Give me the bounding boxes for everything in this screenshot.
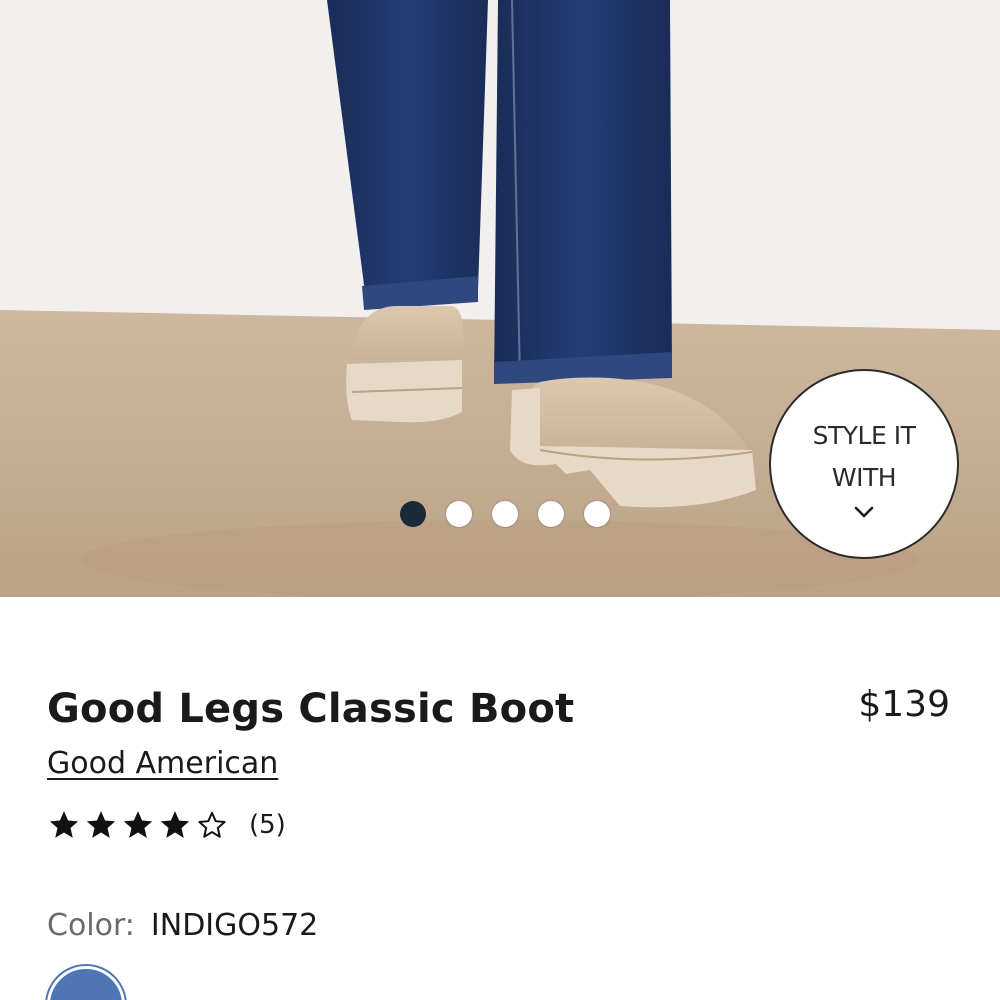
color-label: Color: bbox=[47, 908, 135, 943]
carousel-dot[interactable] bbox=[538, 501, 564, 527]
style-it-with-button[interactable]: STYLE IT WITH bbox=[769, 369, 959, 559]
star-filled-icon bbox=[86, 811, 116, 838]
chevron-down-icon bbox=[854, 506, 874, 518]
star-empty-icon bbox=[198, 811, 226, 838]
carousel-dot[interactable] bbox=[584, 501, 610, 527]
carousel-dot[interactable] bbox=[492, 501, 518, 527]
carousel-indicators bbox=[400, 501, 610, 527]
product-image-carousel[interactable]: STYLE IT WITH bbox=[0, 0, 1000, 597]
carousel-dot[interactable] bbox=[446, 501, 472, 527]
brand-link[interactable]: Good American bbox=[47, 746, 278, 781]
product-title: Good Legs Classic Boot bbox=[47, 686, 575, 732]
rating-stars bbox=[47, 808, 229, 842]
review-count: (5) bbox=[249, 810, 286, 840]
color-selection: Color: INDIGO572 bbox=[47, 908, 318, 943]
product-price: $139 bbox=[858, 684, 950, 725]
star-filled-icon bbox=[160, 811, 190, 838]
color-value: INDIGO572 bbox=[150, 908, 319, 943]
star-filled-icon bbox=[123, 811, 153, 838]
carousel-dot[interactable] bbox=[400, 501, 426, 527]
style-it-with-label: STYLE IT WITH bbox=[812, 421, 916, 492]
color-swatch-indigo572[interactable] bbox=[47, 966, 125, 1000]
star-filled-icon bbox=[49, 811, 79, 838]
product-rating[interactable]: (5) bbox=[47, 808, 286, 842]
